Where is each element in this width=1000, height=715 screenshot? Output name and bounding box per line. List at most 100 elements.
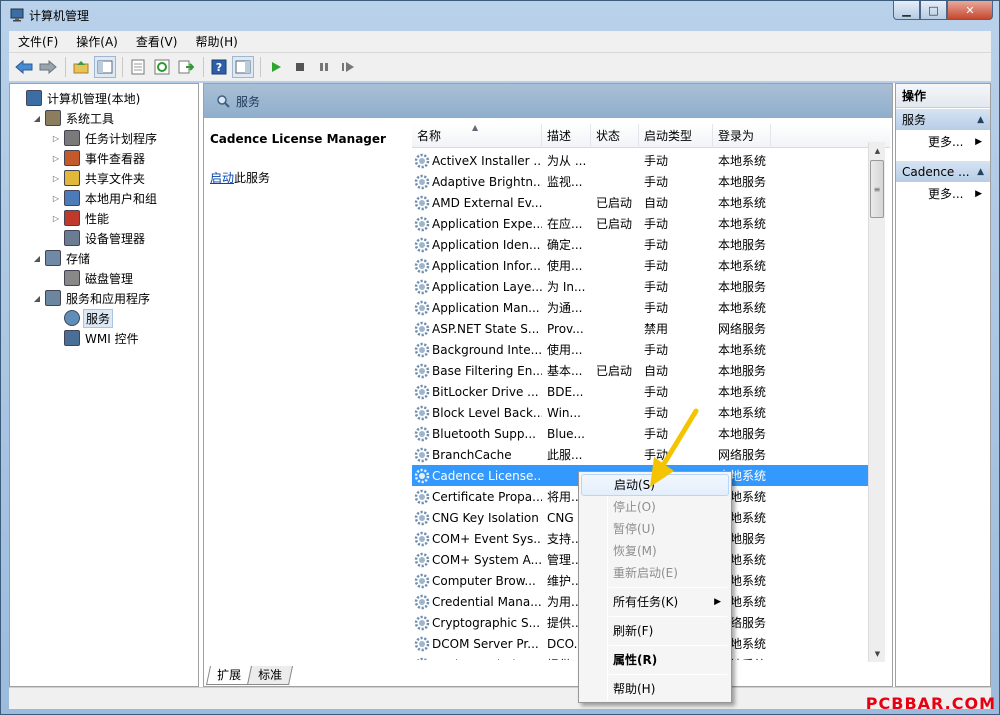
service-name: Application Infor... (412, 258, 542, 274)
sort-ascending-icon: ▲ (472, 124, 479, 132)
start-service-button[interactable] (265, 56, 287, 78)
actions-more-cadence[interactable]: 更多... ▶ (896, 182, 990, 206)
show-hide-tree-button[interactable] (94, 56, 116, 78)
context-menu-item[interactable]: 帮助(H) (581, 678, 729, 700)
service-row[interactable]: Application Laye... 为 In... 手动 本地服务 (412, 276, 874, 297)
tree-node[interactable]: ▷ 共享文件夹 (50, 168, 147, 188)
service-row[interactable]: Adaptive Brightn... 监视... 手动 本地服务 (412, 171, 874, 192)
service-row[interactable]: Application Expe... 在应... 已启动 手动 本地系统 (412, 213, 874, 234)
show-action-pane-button[interactable] (232, 56, 254, 78)
service-row[interactable]: Background Inte... 使用... 手动 本地系统 (412, 339, 874, 360)
menu-help[interactable]: 帮助(H) (186, 33, 246, 50)
collapsed-icon[interactable]: ▷ (50, 174, 62, 183)
context-menu-item[interactable]: 刷新(F) (581, 620, 729, 642)
tree-node[interactable]: ▷ 性能 (50, 208, 111, 228)
gear-icon (414, 510, 430, 525)
tree-node[interactable]: 设备管理器 (50, 228, 147, 248)
scroll-up-icon[interactable]: ▲ (869, 142, 886, 159)
menu-action[interactable]: 操作(A) (67, 33, 127, 50)
service-name: Application Iden... (412, 237, 542, 253)
users-icon (64, 190, 80, 206)
title-bar[interactable]: 计算机管理 ▁ □ ✕ (1, 1, 999, 29)
tab-extended[interactable]: 扩展 (205, 666, 253, 685)
service-row[interactable]: BitLocker Drive ... BDE... 手动 本地系统 (412, 381, 874, 402)
context-menu-item[interactable]: 属性(R) (581, 649, 729, 671)
refresh-toolbar-button[interactable] (151, 56, 173, 78)
tree-node[interactable]: ◢ 系统工具 (31, 108, 116, 128)
column-name[interactable]: ▲ 名称 (412, 124, 542, 148)
clock-icon (64, 130, 80, 146)
tree-node[interactable]: 磁盘管理 (50, 268, 135, 288)
back-button[interactable] (13, 56, 35, 78)
service-name-text: Application Expe... (432, 216, 542, 231)
expanded-icon[interactable]: ◢ (31, 114, 43, 123)
forward-button[interactable] (37, 56, 59, 78)
close-button[interactable]: ✕ (947, 1, 993, 20)
actions-more-services[interactable]: 更多... ▶ (896, 130, 990, 154)
tree-node[interactable]: 计算机管理(本地) (12, 88, 142, 108)
gear-icon (414, 258, 430, 273)
menu-view[interactable]: 查看(V) (127, 33, 187, 50)
tab-standard[interactable]: 标准 (246, 666, 294, 685)
expanded-icon[interactable]: ◢ (31, 294, 43, 303)
gear-icon (414, 489, 430, 504)
service-row[interactable]: Application Iden... 确定... 手动 本地服务 (412, 234, 874, 255)
column-description[interactable]: 描述 (542, 124, 591, 148)
column-startup-type[interactable]: 启动类型 (639, 124, 713, 148)
tree-node[interactable]: 服务 (50, 308, 114, 328)
gear-icon (414, 531, 430, 546)
service-start: 手动 (644, 448, 669, 462)
actions-section-cadence[interactable]: Cadence ... ▲ (896, 160, 990, 182)
service-name-text: ASP.NET State S... (432, 321, 540, 336)
collapsed-icon[interactable]: ▷ (50, 214, 62, 223)
service-desc: BDE... (547, 384, 584, 399)
properties-toolbar-button[interactable] (127, 56, 149, 78)
service-row[interactable]: Application Infor... 使用... 手动 本地系统 (412, 255, 874, 276)
scroll-down-icon[interactable]: ▼ (869, 645, 886, 662)
collapsed-icon[interactable]: ▷ (50, 154, 62, 163)
service-row[interactable]: Block Level Back... Win... 手动 本地系统 (412, 402, 874, 423)
minimize-button[interactable]: ▁ (893, 1, 920, 20)
menu-file[interactable]: 文件(F) (9, 33, 67, 50)
service-row[interactable]: Application Man... 为通... 手动 本地系统 (412, 297, 874, 318)
column-status[interactable]: 状态 (591, 124, 639, 148)
tree-node[interactable]: ◢ 存储 (31, 248, 92, 268)
export-list-button[interactable] (175, 56, 197, 78)
tree-node[interactable]: ▷ 任务计划程序 (50, 128, 159, 148)
tree-node[interactable]: WMI 控件 (50, 328, 141, 348)
tree-node-label: 本地用户和组 (85, 191, 158, 206)
restart-service-button[interactable] (337, 56, 359, 78)
service-row[interactable]: ASP.NET State S... Prov... 禁用 网络服务 (412, 318, 874, 339)
pause-service-button[interactable] (313, 56, 335, 78)
scroll-thumb[interactable]: ≡ (870, 160, 884, 218)
service-row[interactable]: ActiveX Installer ... 为从 ... 手动 本地系统 (412, 150, 874, 171)
actions-section-services[interactable]: 服务 ▲ (896, 108, 990, 130)
vertical-scrollbar[interactable]: ▲ ≡ ▼ (868, 142, 885, 662)
service-row[interactable]: Base Filtering En... 基本... 已启动 自动 本地服务 (412, 360, 874, 381)
stop-service-button[interactable] (289, 56, 311, 78)
gear-icon (414, 363, 430, 378)
service-name-text: Application Iden... (432, 237, 541, 252)
column-logon-as[interactable]: 登录为 (713, 124, 771, 148)
collapsed-icon[interactable]: ▷ (50, 194, 62, 203)
context-menu-item[interactable]: 启动(S) (581, 474, 729, 496)
service-row[interactable]: Bluetooth Supp... Blue... 手动 本地服务 (412, 423, 874, 444)
gear-icon (414, 342, 430, 357)
tree-node[interactable]: ▷ 本地用户和组 (50, 188, 159, 208)
service-row[interactable]: BranchCache 此服... 手动 网络服务 (412, 444, 874, 465)
service-start: 手动 (644, 175, 669, 189)
context-menu-item[interactable]: 所有任务(K) ▶ (581, 591, 729, 613)
start-service-link[interactable]: 启动 (210, 171, 234, 185)
service-row[interactable]: AMD External Ev... 已启动 自动 本地系统 (412, 192, 874, 213)
maximize-button[interactable]: □ (920, 1, 947, 20)
help-icon: ? (211, 59, 227, 75)
expanded-icon[interactable]: ◢ (31, 254, 43, 263)
up-level-button[interactable] (70, 56, 92, 78)
menu-separator (609, 645, 727, 646)
collapsed-icon[interactable]: ▷ (50, 134, 62, 143)
shared-folder-icon (64, 170, 80, 186)
tree-node[interactable]: ▷ 事件查看器 (50, 148, 147, 168)
service-name: Desktop Windo... (412, 657, 542, 660)
help-toolbar-button[interactable]: ? (208, 56, 230, 78)
tree-node[interactable]: ◢ 服务和应用程序 (31, 288, 152, 308)
